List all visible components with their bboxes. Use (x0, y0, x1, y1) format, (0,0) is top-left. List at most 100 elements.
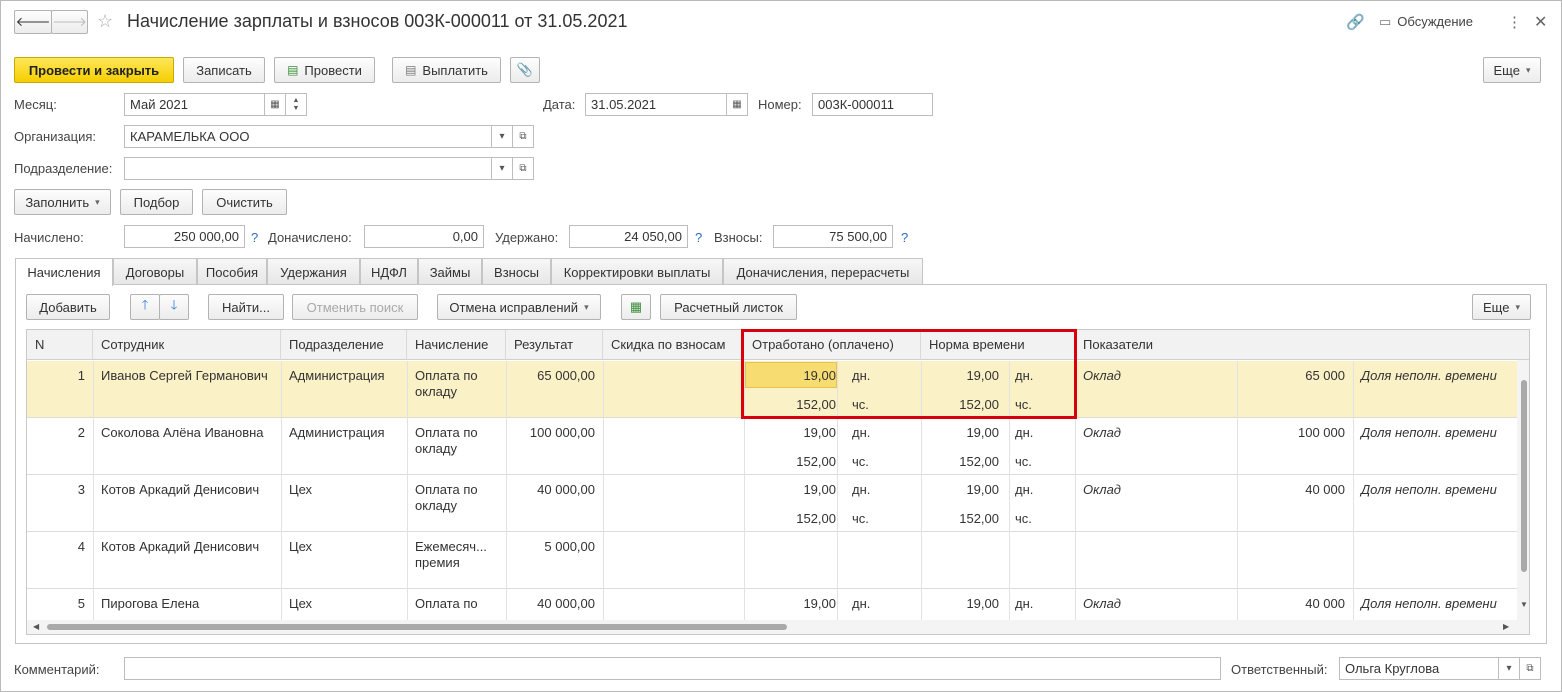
column-header-accrual[interactable]: Начисление (407, 330, 506, 360)
cell-ind[interactable]: Оклад (1083, 425, 1223, 441)
cell-employee[interactable]: Пирогова Елена (101, 596, 281, 612)
month-field[interactable]: Май 2021 (124, 93, 265, 116)
department-dropdown-icon[interactable]: ▾ (491, 157, 513, 180)
cell-n[interactable]: 5 (27, 596, 85, 612)
pay-button[interactable]: ▤ Выплатить (392, 57, 501, 83)
cell-employee[interactable]: Котов Аркадий Денисович (101, 539, 281, 555)
cell-dept[interactable]: Администрация (289, 425, 407, 441)
column-header-department[interactable]: Подразделение (281, 330, 407, 360)
cell-n[interactable]: 3 (27, 482, 85, 498)
payslip-button[interactable]: Расчетный листок (660, 294, 797, 320)
responsible-dropdown-icon[interactable]: ▾ (1498, 657, 1520, 680)
contributions-help-icon[interactable]: ? (901, 230, 908, 245)
cell-accrual2[interactable]: окладу (415, 498, 505, 514)
post-button[interactable]: ▤ Провести (274, 57, 375, 83)
calendar-icon[interactable]: ▦ (264, 93, 286, 116)
cell-n[interactable]: 1 (27, 368, 85, 384)
add-button[interactable]: Добавить (26, 294, 110, 320)
cell-employee[interactable]: Соколова Алёна Ивановна (101, 425, 281, 441)
column-header-indicators[interactable]: Показатели (1075, 330, 1529, 360)
more-button[interactable]: Еще ▾ (1483, 57, 1541, 83)
cell-ind2[interactable]: Доля неполн. времени (1361, 368, 1517, 384)
tab-payment-adjustments[interactable]: Корректировки выплаты (551, 258, 723, 285)
cell-result[interactable]: 65 000,00 (506, 368, 595, 384)
department-open-icon[interactable]: ⧉ (512, 157, 534, 180)
move-down-button[interactable]: 🡓 (159, 294, 189, 320)
accrued-help-icon[interactable]: ? (251, 230, 258, 245)
accrued-field[interactable]: 250 000,00 (124, 225, 245, 248)
cell-norm-days-u[interactable]: дн. (1015, 482, 1065, 498)
cancel-corrections-button[interactable]: Отмена исправлений ▾ (437, 294, 601, 320)
tab-benefits[interactable]: Пособия (197, 258, 267, 285)
cell-norm-hours[interactable]: 152,00 (921, 454, 999, 470)
find-button[interactable]: Найти... (208, 294, 284, 320)
date-field[interactable]: 31.05.2021 (585, 93, 727, 116)
comment-field[interactable] (124, 657, 1221, 680)
tab-contributions[interactable]: Взносы (482, 258, 551, 285)
cell-ind2[interactable]: Доля неполн. времени (1361, 425, 1517, 441)
tab-loans[interactable]: Займы (418, 258, 482, 285)
column-header-discount[interactable]: Скидка по взносам (603, 330, 744, 360)
cell-days-u[interactable]: дн. (852, 425, 912, 441)
cell-n[interactable]: 2 (27, 425, 85, 441)
cell-result[interactable]: 100 000,00 (506, 425, 595, 441)
cell-accrual2[interactable]: окладу (415, 384, 505, 400)
cell-norm-days-u[interactable]: дн. (1015, 596, 1065, 612)
date-calendar-icon[interactable]: ▦ (726, 93, 748, 116)
select-button[interactable]: Подбор (120, 189, 193, 215)
cell-norm-days[interactable]: 19,00 (921, 482, 999, 498)
cell-dept[interactable]: Цех (289, 539, 407, 555)
cell-accrual1[interactable]: Оплата по (415, 596, 505, 612)
tab-deductions[interactable]: Удержания (267, 258, 360, 285)
department-field[interactable] (124, 157, 492, 180)
cell-norm-days-u[interactable]: дн. (1015, 425, 1065, 441)
organization-open-icon[interactable]: ⧉ (512, 125, 534, 148)
cell-n[interactable]: 4 (27, 539, 85, 555)
cell-ind-val[interactable]: 100 000 (1237, 425, 1345, 441)
table-add-button[interactable]: ▦ (621, 294, 651, 320)
cell-ind-val[interactable]: 40 000 (1237, 596, 1345, 612)
contributions-field[interactable]: 75 500,00 (773, 225, 893, 248)
cell-hours[interactable]: 152,00 (744, 511, 836, 527)
column-header-result[interactable]: Результат (506, 330, 603, 360)
link-icon[interactable]: 🔗 (1346, 13, 1365, 31)
cell-ind[interactable]: Оклад (1083, 368, 1223, 384)
cell-ind[interactable]: Оклад (1083, 596, 1223, 612)
cell-dept[interactable]: Администрация (289, 368, 407, 384)
cell-result[interactable]: 40 000,00 (506, 596, 595, 612)
horizontal-scrollbar[interactable]: ◀ ▶ (27, 620, 1529, 634)
cell-ind2[interactable]: Доля неполн. времени (1361, 482, 1517, 498)
cell-result[interactable]: 5 000,00 (506, 539, 595, 555)
tab-ndfl[interactable]: НДФЛ (360, 258, 418, 285)
cell-norm-hours-u[interactable]: чс. (1015, 454, 1065, 470)
cell-result[interactable]: 40 000,00 (506, 482, 595, 498)
scroll-left-icon[interactable]: ◀ (33, 622, 39, 631)
discussion-button[interactable]: ▭ Обсуждение (1379, 14, 1473, 30)
more-menu-icon[interactable]: ⋮ (1507, 13, 1522, 31)
cell-hours[interactable]: 152,00 (744, 454, 836, 470)
cell-norm-hours-u[interactable]: чс. (1015, 511, 1065, 527)
cell-norm-days[interactable]: 19,00 (921, 425, 999, 441)
cell-days-u[interactable]: дн. (852, 596, 912, 612)
favorite-star-icon[interactable]: ☆ (97, 11, 113, 32)
responsible-open-icon[interactable]: ⧉ (1519, 657, 1541, 680)
responsible-field[interactable]: Ольга Круглова (1339, 657, 1499, 680)
tab-recalculations[interactable]: Доначисления, перерасчеты (723, 258, 923, 285)
organization-field[interactable]: КАРАМЕЛЬКА ООО (124, 125, 492, 148)
cell-accrual1[interactable]: Оплата по (415, 482, 505, 498)
cell-norm-days[interactable]: 19,00 (921, 596, 999, 612)
vertical-scrollbar[interactable]: ▼ (1517, 360, 1529, 620)
back-button[interactable]: 🡐 (14, 10, 52, 34)
close-icon[interactable]: ✕ (1534, 12, 1547, 32)
scroll-right-icon[interactable]: ▶ (1503, 622, 1509, 631)
grid-more-button[interactable]: Еще ▾ (1472, 294, 1531, 320)
cancel-search-button[interactable]: Отменить поиск (292, 294, 418, 320)
cell-accrual1[interactable]: Ежемесяч... (415, 539, 505, 555)
cell-ind2[interactable]: Доля неполн. времени (1361, 596, 1517, 612)
post-and-close-button[interactable]: Провести и закрыть (14, 57, 174, 83)
cell-hours-u[interactable]: чс. (852, 511, 912, 527)
organization-dropdown-icon[interactable]: ▾ (491, 125, 513, 148)
cell-ind-val[interactable]: 65 000 (1237, 368, 1345, 384)
cell-days[interactable]: 19,00 (744, 596, 836, 612)
clear-button[interactable]: Очистить (202, 189, 287, 215)
